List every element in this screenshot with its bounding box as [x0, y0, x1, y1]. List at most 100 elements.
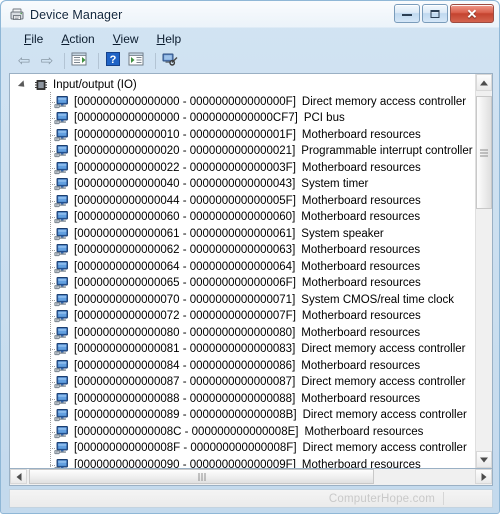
tree-node-device-label: [0000000000000087 - 0000000000000087] Dir… — [74, 376, 466, 388]
horizontal-scrollbar-thumb[interactable] — [29, 469, 374, 484]
expander-icon[interactable] — [17, 80, 28, 90]
tree-node-device[interactable]: [0000000000000040 - 0000000000000043] Sys… — [10, 176, 476, 193]
menu-item-file[interactable]: File — [15, 30, 52, 48]
tree-node-device[interactable]: [0000000000000020 - 0000000000000021] Pro… — [10, 143, 476, 160]
computer-icon — [54, 408, 69, 422]
tree-node-device[interactable]: [0000000000000060 - 0000000000000060] Mot… — [10, 209, 476, 226]
tree-node-device[interactable]: [0000000000000000 - 000000000000000F] Dir… — [10, 94, 476, 111]
computer-icon — [54, 144, 69, 158]
tree-node-device[interactable]: [000000000000008C - 000000000000008E] Mot… — [10, 424, 476, 441]
device-address-range: [000000000000008F - 000000000000008F] — [74, 442, 297, 455]
tree-node-device[interactable]: [0000000000000022 - 000000000000003F] Mot… — [10, 160, 476, 177]
device-description: Direct memory access controller — [301, 343, 466, 356]
tree-node-device[interactable]: [0000000000000090 - 000000000000009F] Mot… — [10, 457, 476, 468]
tree-node-device[interactable]: [0000000000000080 - 0000000000000080] Mot… — [10, 325, 476, 342]
computer-icon — [54, 243, 69, 257]
menu-item-action[interactable]: Action — [52, 30, 103, 48]
show-hide-console-tree-button[interactable] — [70, 51, 92, 71]
back-button[interactable]: ⇦ — [13, 51, 35, 71]
arrow-left-icon: ⇦ — [17, 52, 31, 70]
device-address-range: [000000000000008C - 000000000000008E] — [74, 425, 299, 438]
menu-item-view[interactable]: View — [104, 30, 148, 48]
device-description: Motherboard resources — [301, 277, 421, 290]
device-manager-icon — [9, 7, 25, 23]
device-tree-scroll-area[interactable]: Input/output (IO) [0000000000000000 - 00… — [10, 74, 476, 468]
tree-node-device-label: [000000000000008C - 000000000000008E] Mot… — [74, 426, 423, 438]
menu-item-help[interactable]: Help — [148, 30, 191, 48]
scan-for-hardware-changes-button[interactable] — [161, 51, 183, 71]
tree-node-device-label: [0000000000000000 - 000000000000000F] Dir… — [74, 96, 466, 108]
computer-icon — [54, 293, 69, 307]
scan-hardware-icon — [162, 53, 178, 66]
tree-node-device[interactable]: [0000000000000061 - 0000000000000061] Sys… — [10, 226, 476, 243]
tree-node-device-label: [000000000000008F - 000000000000008F] Dir… — [74, 442, 467, 454]
tree-node-device-label: [0000000000000081 - 0000000000000083] Dir… — [74, 343, 466, 355]
close-button[interactable]: ✕ — [450, 4, 494, 23]
device-description: Motherboard resources — [301, 128, 421, 141]
tree-node-device-label: [0000000000000070 - 0000000000000071] Sys… — [74, 294, 454, 306]
device-description: Direct memory access controller — [301, 95, 467, 108]
tree-node-device[interactable]: [0000000000000084 - 0000000000000086] Mot… — [10, 358, 476, 375]
tree-node-device[interactable]: [0000000000000081 - 0000000000000083] Dir… — [10, 341, 476, 358]
computer-icon — [54, 309, 69, 323]
tree-node-device[interactable]: [000000000000008F - 000000000000008F] Dir… — [10, 440, 476, 457]
chevron-left-icon — [16, 472, 21, 481]
tree-node-device-label: [0000000000000090 - 000000000000009F] Mot… — [74, 459, 421, 468]
tree-node-device[interactable]: [0000000000000010 - 000000000000001F] Mot… — [10, 127, 476, 144]
computer-icon — [54, 161, 69, 175]
properties-button[interactable] — [127, 51, 149, 71]
tree-node-device[interactable]: [0000000000000000 - 0000000000000CF7] PCI… — [10, 110, 476, 127]
forward-button[interactable]: ⇨ — [36, 51, 58, 71]
tree-node-device-label: [0000000000000044 - 000000000000005F] Mot… — [74, 195, 421, 207]
computer-icon — [54, 177, 69, 191]
device-description: Motherboard resources — [301, 326, 421, 339]
computer-icon — [54, 260, 69, 274]
tree-node-device[interactable]: [0000000000000070 - 0000000000000071] Sys… — [10, 292, 476, 309]
maximize-icon — [430, 9, 440, 18]
tree-node-device[interactable]: [0000000000000064 - 0000000000000064] Mot… — [10, 259, 476, 276]
device-address-range: [0000000000000000 - 000000000000000F] — [74, 95, 296, 108]
computer-icon — [54, 227, 69, 241]
scrollbar-grip-icon — [198, 472, 205, 481]
device-address-range: [0000000000000090 - 000000000000009F] — [74, 458, 296, 468]
scroll-right-button[interactable] — [475, 469, 492, 484]
minimize-button[interactable] — [394, 4, 420, 23]
close-icon: ✕ — [466, 6, 478, 21]
computer-icon — [54, 441, 69, 455]
tree-node-device-label: [0000000000000084 - 0000000000000086] Mot… — [74, 360, 420, 372]
device-description: Motherboard resources — [301, 161, 421, 174]
tree-node-device[interactable]: [0000000000000087 - 0000000000000087] Dir… — [10, 374, 476, 391]
tree-node-device[interactable]: [0000000000000088 - 0000000000000088] Mot… — [10, 391, 476, 408]
svg-text:?: ? — [110, 54, 117, 66]
device-description: Motherboard resources — [304, 425, 424, 438]
computer-icon — [54, 111, 69, 125]
tree-node-device[interactable]: [0000000000000089 - 000000000000008B] Dir… — [10, 407, 476, 424]
scroll-left-button[interactable] — [10, 469, 27, 484]
device-address-range: [0000000000000062 - 0000000000000063] — [74, 244, 296, 257]
tree-node-device[interactable]: [0000000000000072 - 000000000000007F] Mot… — [10, 308, 476, 325]
computer-icon — [54, 128, 69, 142]
scroll-up-button[interactable] — [476, 74, 492, 91]
vertical-scrollbar-thumb[interactable] — [476, 96, 492, 209]
console-tree-icon — [71, 52, 87, 66]
tree-node-device[interactable]: [0000000000000065 - 000000000000006F] Mot… — [10, 275, 476, 292]
device-address-range: [0000000000000088 - 0000000000000088] — [74, 392, 296, 405]
tree-node-device[interactable]: [0000000000000062 - 0000000000000063] Mot… — [10, 242, 476, 259]
device-address-range: [0000000000000020 - 0000000000000021] — [74, 145, 296, 158]
maximize-button[interactable] — [422, 4, 448, 23]
computer-icon — [54, 194, 69, 208]
device-address-range: [0000000000000061 - 0000000000000061] — [74, 227, 296, 240]
horizontal-scrollbar[interactable] — [9, 469, 493, 486]
toolbar: ⇦ ⇨ ? — [9, 50, 493, 72]
tree-node-device[interactable]: [0000000000000044 - 000000000000005F] Mot… — [10, 193, 476, 210]
tree-node-device-label: [0000000000000022 - 000000000000003F] Mot… — [74, 162, 421, 174]
arrow-right-icon: ⇨ — [40, 52, 54, 70]
vertical-scrollbar[interactable] — [475, 74, 492, 468]
tree-node-root[interactable]: Input/output (IO) — [10, 77, 476, 94]
help-button[interactable]: ? — [104, 51, 126, 71]
status-bar-divider — [443, 492, 444, 505]
scroll-down-button[interactable] — [476, 451, 492, 468]
device-address-range: [0000000000000064 - 0000000000000064] — [74, 260, 296, 273]
device-address-range: [0000000000000080 - 0000000000000080] — [74, 326, 296, 339]
tree-node-device-label: [0000000000000000 - 0000000000000CF7] PCI… — [74, 112, 345, 124]
